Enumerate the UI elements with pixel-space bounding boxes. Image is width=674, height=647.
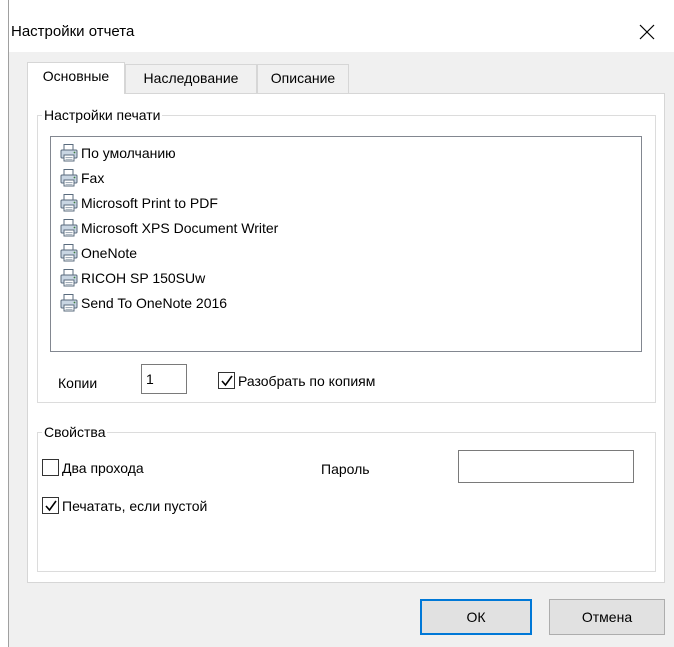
- checkmark-icon: [221, 375, 233, 387]
- printer-list-item[interactable]: Microsoft Print to PDF: [59, 191, 218, 215]
- copies-input[interactable]: [141, 364, 187, 394]
- printer-name: По умолчанию: [81, 145, 176, 161]
- printer-name: Microsoft XPS Document Writer: [81, 220, 279, 236]
- collate-checkbox-box[interactable]: [218, 372, 235, 389]
- two-pass-label: Два прохода: [62, 459, 144, 476]
- printer-icon: [59, 268, 79, 288]
- print-if-empty-checkbox-box[interactable]: [42, 497, 59, 514]
- printer-icon: [59, 218, 79, 238]
- collate-checkbox[interactable]: Разобрать по копиям: [218, 372, 375, 389]
- report-settings-dialog: Настройки отчета Основные Наследование О…: [8, 0, 674, 647]
- printer-icon: [59, 193, 79, 213]
- printer-list-item[interactable]: Fax: [59, 166, 104, 190]
- tab-inheritance-label: Наследование: [143, 70, 239, 86]
- copies-label: Копии: [58, 375, 98, 391]
- printer-list-item[interactable]: OneNote: [59, 241, 137, 265]
- checkmark-icon: [45, 500, 57, 512]
- tab-panel-main: Настройки печати По умолчанию Fax Microsof…: [27, 93, 665, 583]
- print-settings-group: Настройки печати По умолчанию Fax Microsof…: [37, 106, 656, 403]
- printer-icon: [59, 168, 79, 188]
- print-if-empty-label: Печатать, если пустой: [62, 497, 208, 514]
- password-input[interactable]: [458, 450, 634, 483]
- tab-description-label: Описание: [270, 70, 336, 86]
- password-label: Пароль: [321, 461, 370, 477]
- printer-icon: [59, 143, 79, 163]
- printer-icon: [59, 243, 79, 263]
- printer-name: Send To OneNote 2016: [81, 295, 228, 311]
- tab-main-label: Основные: [42, 68, 110, 84]
- printer-icon: [59, 293, 79, 313]
- tab-inheritance[interactable]: Наследование: [125, 64, 257, 93]
- two-pass-checkbox-box[interactable]: [42, 459, 59, 476]
- printer-name: Fax: [81, 170, 105, 186]
- cancel-button[interactable]: Отмена: [549, 599, 665, 635]
- printer-list-item[interactable]: По умолчанию: [59, 141, 176, 165]
- tab-description[interactable]: Описание: [257, 64, 349, 93]
- printer-list[interactable]: По умолчанию Fax Microsoft Print to PDF Mic…: [50, 136, 642, 352]
- printer-list-item[interactable]: Microsoft XPS Document Writer: [59, 216, 278, 240]
- title-bar[interactable]: Настройки отчета: [9, 0, 674, 52]
- tab-main[interactable]: Основные: [27, 62, 125, 94]
- printer-list-item[interactable]: RICOH SP 150SUw: [59, 266, 205, 290]
- dialog-title: Настройки отчета: [11, 23, 135, 40]
- two-pass-checkbox[interactable]: Два прохода: [42, 459, 144, 476]
- close-button[interactable]: [621, 14, 674, 52]
- printer-name: OneNote: [81, 245, 138, 261]
- printer-name: Microsoft Print to PDF: [81, 195, 218, 211]
- print-if-empty-checkbox[interactable]: Печатать, если пустой: [42, 497, 207, 514]
- close-icon: [639, 24, 655, 40]
- collate-label: Разобрать по копиям: [238, 372, 376, 389]
- properties-group-label: Свойства: [42, 423, 108, 441]
- print-settings-group-label: Настройки печати: [42, 106, 163, 124]
- ok-button[interactable]: ОК: [420, 599, 532, 635]
- printer-name: RICOH SP 150SUw: [81, 270, 206, 286]
- printer-list-item[interactable]: Send To OneNote 2016: [59, 291, 227, 315]
- properties-group: Свойства Два прохода Пароль Печатать, ес…: [37, 423, 656, 572]
